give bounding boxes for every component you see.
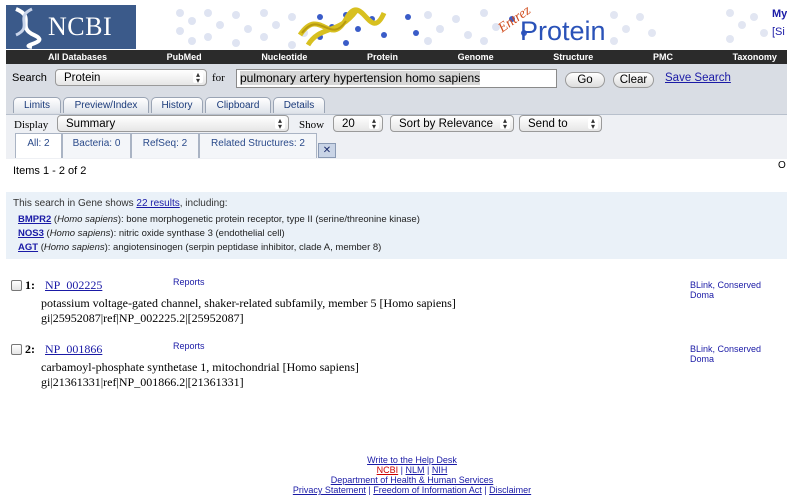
gene-symbol-link[interactable]: BMPR2: [18, 214, 51, 225]
select-arrows-icon: ▴ ▾: [588, 117, 598, 131]
show-count-value: 20: [342, 118, 355, 130]
sort-select[interactable]: Sort by Relevance ▴ ▾: [390, 115, 514, 132]
tab-details[interactable]: Details: [273, 97, 325, 113]
gene-description: : nitric oxide synthase 3 (endothelial c…: [113, 228, 285, 239]
tab-limits[interactable]: Limits: [13, 97, 61, 113]
wrench-icon[interactable]: ✕: [318, 143, 336, 158]
database-select[interactable]: Protein ▴ ▾: [55, 69, 207, 86]
tab-preview-index[interactable]: Preview/Index: [63, 97, 149, 113]
gene-organism: Homo sapiens: [49, 228, 111, 239]
clear-button[interactable]: Clear: [613, 72, 654, 88]
footer-policy-links: Privacy Statement | Freedom of Informati…: [262, 485, 562, 495]
gene-intro-post: , including:: [179, 198, 228, 209]
edge-text: O: [778, 160, 786, 171]
dna-helix-icon: [15, 7, 42, 49]
search-label: Search: [12, 72, 47, 84]
display-label: Display: [14, 119, 49, 131]
show-count-select[interactable]: 20 ▴ ▾: [333, 115, 383, 132]
result-checkbox[interactable]: [11, 344, 22, 355]
tab-history[interactable]: History: [151, 97, 203, 113]
logo-text: NCBI: [48, 12, 113, 41]
items-count: Items 1 - 2 of 2: [13, 165, 87, 177]
nav-structure[interactable]: Structure: [553, 50, 593, 64]
search-term-text: pulmonary artery hypertension homo sapie…: [240, 71, 481, 85]
help-desk-link[interactable]: Write to the Help Desk: [367, 455, 457, 465]
sort-value: Sort by Relevance: [399, 118, 493, 130]
display-format-select[interactable]: Summary ▴ ▾: [57, 115, 289, 132]
hhs-footer-link[interactable]: Department of Health & Human Services: [331, 475, 494, 485]
result-accession-link[interactable]: NP_001866: [45, 342, 102, 357]
filter-tab-related-structures[interactable]: Related Structures: 2: [199, 133, 317, 158]
save-search-link[interactable]: Save Search: [665, 72, 731, 84]
my-ncbi-link[interactable]: My: [772, 8, 787, 20]
gene-symbol-link[interactable]: AGT: [18, 242, 38, 253]
nav-taxonomy[interactable]: Taxonomy: [733, 50, 777, 64]
send-to-select[interactable]: Send to ▴ ▾: [519, 115, 602, 132]
result-checkbox[interactable]: [11, 280, 22, 291]
database-title: Protein: [520, 16, 606, 46]
for-label: for: [212, 72, 225, 84]
result-description: carbamoyl-phosphate synthetase 1, mitoch…: [41, 360, 359, 374]
gene-organism: Homo sapiens: [57, 214, 118, 225]
footer-separator: |: [424, 465, 432, 475]
nih-footer-link[interactable]: NIH: [432, 465, 448, 475]
database-select-value: Protein: [64, 72, 101, 84]
select-arrows-icon: ▴ ▾: [275, 117, 285, 131]
footer-separator: |: [398, 465, 406, 475]
display-format-value: Summary: [66, 118, 116, 130]
nav-pmc[interactable]: PMC: [653, 50, 673, 64]
filter-tab-refseq[interactable]: RefSeq: 2: [131, 133, 199, 158]
gene-intro: This search in Gene shows 22 results, in…: [13, 198, 228, 209]
nav-all-databases[interactable]: All Databases: [48, 50, 107, 64]
gene-organism: Homo sapiens: [43, 242, 105, 253]
gene-line: AGT (Homo sapiens): angiotensinogen (ser…: [18, 242, 382, 253]
result-links[interactable]: BLink, Conserved Doma: [690, 280, 787, 300]
ncbi-logo[interactable]: NCBI: [6, 5, 136, 49]
result-number: 1:: [25, 278, 35, 292]
result-reports-link[interactable]: Reports: [173, 277, 205, 287]
ncbi-footer-link[interactable]: NCBI: [377, 465, 399, 475]
result-ids: gi|21361331|ref|NP_001866.2|[21361331]: [41, 375, 244, 389]
gene-results-link[interactable]: 22 results: [136, 198, 179, 209]
database-nav-bar: All Databases PubMed Nucleotide Protein …: [6, 50, 787, 64]
tab-clipboard[interactable]: Clipboard: [205, 97, 271, 113]
nav-protein[interactable]: Protein: [367, 50, 398, 64]
filter-tab-bacteria[interactable]: Bacteria: 0: [62, 133, 131, 158]
result-number: 2:: [25, 342, 35, 356]
entrez-banner-image: [170, 5, 770, 49]
gene-line: NOS3 (Homo sapiens): nitric oxide syntha…: [18, 228, 285, 239]
nav-pubmed[interactable]: PubMed: [167, 50, 202, 64]
search-term-input[interactable]: pulmonary artery hypertension homo sapie…: [236, 69, 557, 88]
footer-help-desk-link[interactable]: Write to the Help Desk: [312, 455, 512, 465]
footer-org-links: NCBI | NLM | NIH: [312, 465, 512, 475]
nav-genome[interactable]: Genome: [458, 50, 494, 64]
nav-nucleotide[interactable]: Nucleotide: [261, 50, 307, 64]
result-reports-link[interactable]: Reports: [173, 341, 205, 351]
filter-tab-all[interactable]: All: 2: [15, 133, 62, 158]
result-links[interactable]: BLink, Conserved Doma: [690, 344, 787, 364]
gene-line: BMPR2 (Homo sapiens): bone morphogenetic…: [18, 214, 420, 225]
privacy-link[interactable]: Privacy Statement: [293, 485, 366, 495]
sign-in-link[interactable]: [Si: [772, 26, 785, 38]
show-label: Show: [299, 119, 325, 131]
result-description: potassium voltage-gated channel, shaker-…: [41, 296, 456, 310]
gene-intro-pre: This search in Gene shows: [13, 198, 137, 209]
result-ids: gi|25952087|ref|NP_002225.2|[25952087]: [41, 311, 244, 325]
send-to-value: Send to: [528, 118, 568, 130]
gene-description: : bone morphogenetic protein receptor, t…: [120, 214, 420, 225]
nlm-footer-link[interactable]: NLM: [406, 465, 425, 475]
select-arrows-icon: ▴ ▾: [369, 117, 379, 131]
select-arrows-icon: ▴ ▾: [500, 117, 510, 131]
select-arrows-icon: ▴ ▾: [193, 71, 203, 85]
foia-link[interactable]: Freedom of Information Act: [373, 485, 482, 495]
result-accession-link[interactable]: NP_002225: [45, 278, 102, 293]
gene-description: : angiotensinogen (serpin peptidase inhi…: [107, 242, 382, 253]
gene-symbol-link[interactable]: NOS3: [18, 228, 44, 239]
go-button[interactable]: Go: [565, 72, 605, 88]
disclaimer-link[interactable]: Disclaimer: [489, 485, 531, 495]
footer-dept: Department of Health & Human Services: [312, 475, 512, 485]
